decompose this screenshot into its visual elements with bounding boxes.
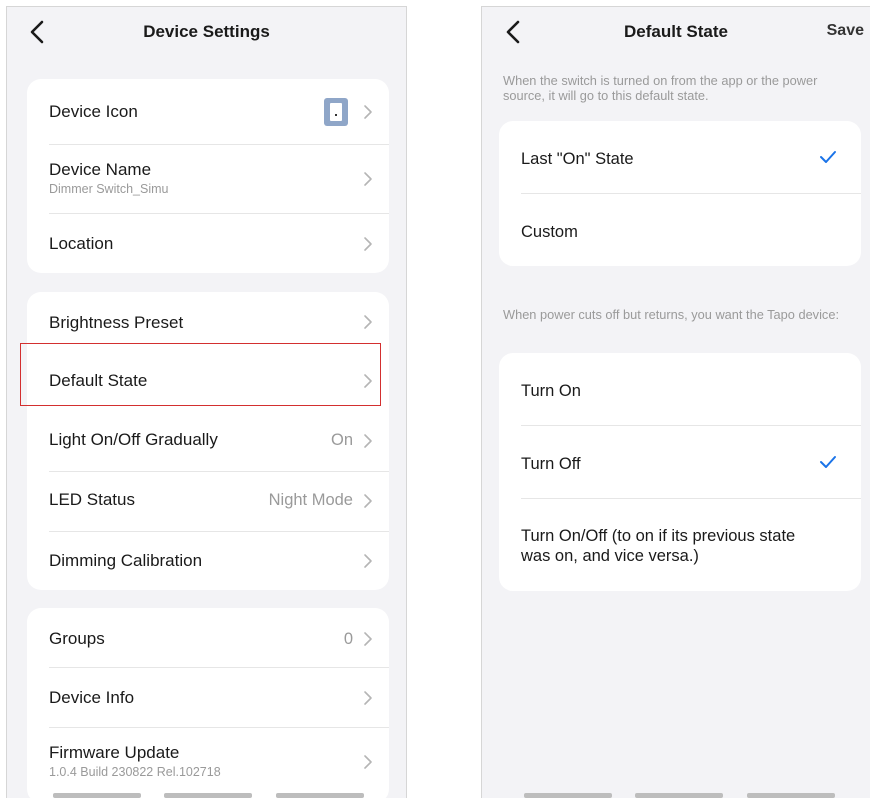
option-turn-on[interactable]: Turn On <box>499 353 861 425</box>
chevron-right-icon <box>364 105 372 119</box>
default-state-hint: When the switch is turned on from the ap… <box>503 73 818 103</box>
firmware-version: 1.0.4 Build 230822 Rel.102718 <box>49 765 221 779</box>
row-value: On <box>330 431 353 449</box>
bottom-bar <box>53 793 141 798</box>
device-name-value: Dimmer Switch_Simu <box>49 182 169 196</box>
chevron-right-icon <box>364 554 372 568</box>
bottom-bar <box>524 793 612 798</box>
switch-device-icon <box>324 98 348 126</box>
save-button[interactable]: Save <box>827 22 864 40</box>
chevron-right-icon <box>364 755 372 769</box>
row-value: 0 <box>343 630 353 648</box>
row-label: Default State <box>49 371 148 390</box>
nav-bar: Default State Save <box>482 7 870 59</box>
chevron-right-icon <box>364 237 372 251</box>
row-label: Device Info <box>49 688 135 707</box>
default-state-row[interactable]: Default State <box>27 350 389 412</box>
bottom-bar <box>164 793 252 798</box>
row-label: Firmware Update <box>49 743 180 762</box>
row-label: Device Icon <box>49 102 138 121</box>
default-state-options: Last "On" State Custom <box>499 121 861 266</box>
row-label: Location <box>49 234 114 253</box>
led-status-row[interactable]: LED Status Night Mode <box>27 472 389 531</box>
settings-group-general: Device Icon Device Name Dimmer Switch_Si… <box>27 79 389 273</box>
row-label: Dimming Calibration <box>49 551 203 570</box>
brightness-preset-row[interactable]: Brightness Preset <box>27 292 389 350</box>
row-label: Groups <box>49 629 105 648</box>
device-info-row[interactable]: Device Info <box>27 668 389 727</box>
option-custom[interactable]: Custom <box>499 194 861 266</box>
option-label: Last "On" State <box>521 150 634 168</box>
power-return-options: Turn On Turn Off Turn On/Off (to on if i… <box>499 353 861 591</box>
light-gradually-row[interactable]: Light On/Off Gradually On <box>27 412 389 471</box>
checkmark-icon <box>820 151 836 163</box>
option-label: Turn On/Off (to on if its previous state… <box>521 527 796 565</box>
settings-group-info: Groups 0 Device Info Firmware Update 1.0… <box>27 608 389 798</box>
row-label: LED Status <box>49 490 135 509</box>
option-turn-off[interactable]: Turn Off <box>499 426 861 498</box>
chevron-right-icon <box>364 434 372 448</box>
page-title: Device Settings <box>143 22 270 41</box>
row-label: Brightness Preset <box>49 313 184 332</box>
option-last-on-state[interactable]: Last "On" State <box>499 121 861 193</box>
bottom-bar <box>276 793 364 798</box>
option-turn-on-off-previous[interactable]: Turn On/Off (to on if its previous state… <box>499 499 861 591</box>
default-state-screen: Default State Save When the switch is tu… <box>481 6 870 798</box>
chevron-right-icon <box>364 691 372 705</box>
option-label: Turn Off <box>521 455 581 473</box>
row-label: Device Name <box>49 160 152 179</box>
option-label: Custom <box>521 223 578 241</box>
firmware-update-row[interactable]: Firmware Update 1.0.4 Build 230822 Rel.1… <box>27 728 389 798</box>
bottom-bar <box>747 793 835 798</box>
device-name-row[interactable]: Device Name Dimmer Switch_Simu <box>27 145 389 213</box>
dimming-calibration-row[interactable]: Dimming Calibration <box>27 532 389 590</box>
device-icon-row[interactable]: Device Icon <box>27 79 389 144</box>
settings-group-lighting: Brightness Preset Default State Light On… <box>27 292 389 590</box>
power-return-hint: When power cuts off but returns, you wan… <box>503 307 839 322</box>
chevron-right-icon <box>364 172 372 186</box>
chevron-right-icon <box>364 632 372 646</box>
groups-row[interactable]: Groups 0 <box>27 608 389 667</box>
location-row[interactable]: Location <box>27 214 389 273</box>
page-title: Default State <box>624 22 728 41</box>
option-label: Turn On <box>521 382 581 400</box>
row-value: Night Mode <box>268 491 353 509</box>
row-label: Light On/Off Gradually <box>49 430 218 449</box>
chevron-right-icon <box>364 494 372 508</box>
chevron-right-icon <box>364 315 372 329</box>
chevron-right-icon <box>364 374 372 388</box>
bottom-bar <box>635 793 723 798</box>
device-settings-screen: Device Settings Device Icon Device Name … <box>6 6 407 798</box>
checkmark-icon <box>820 456 836 468</box>
nav-bar: Device Settings <box>7 7 406 59</box>
